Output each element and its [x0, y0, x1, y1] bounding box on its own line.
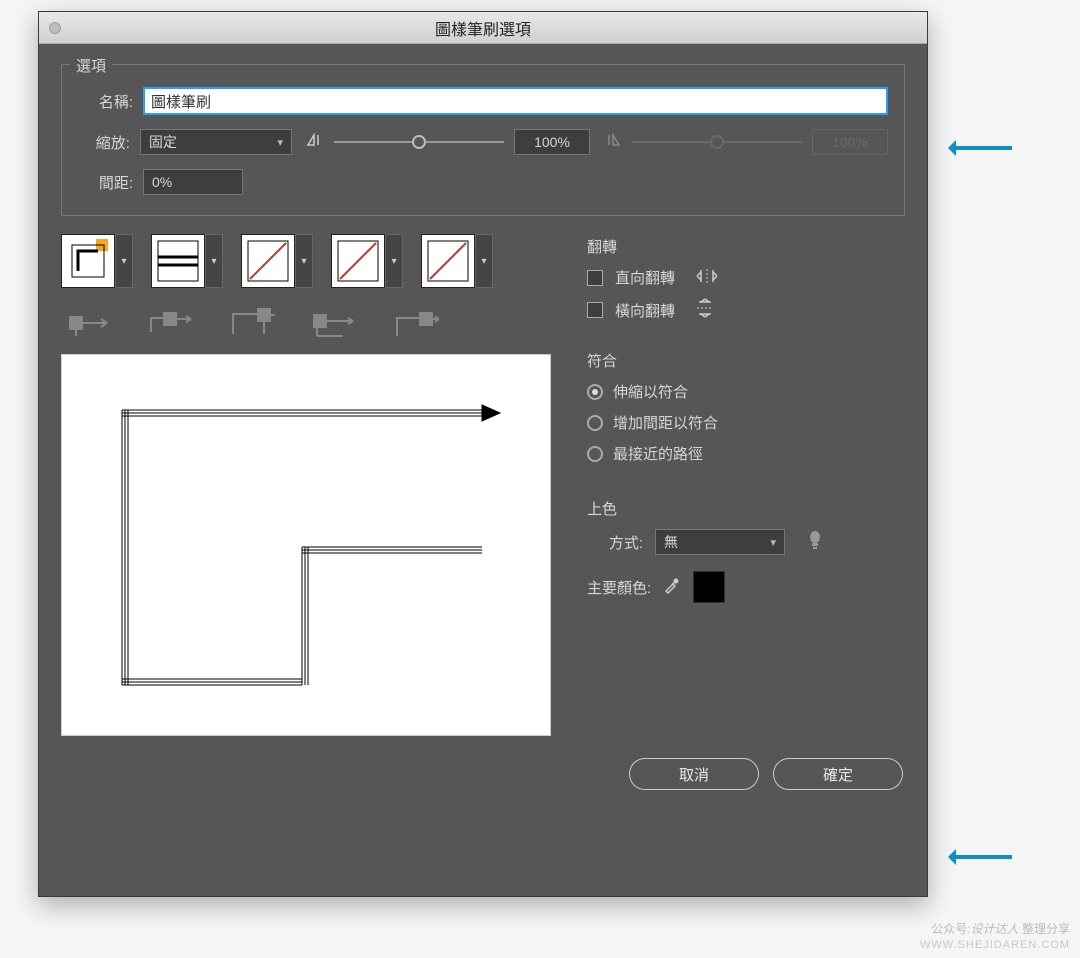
left-column: ▾ ▾ ▾ [61, 234, 561, 736]
dialog-content: 選項 名稱: 縮放: 固定 ▾ 100% [39, 44, 927, 808]
name-label: 名稱: [78, 91, 133, 112]
flip-across-label: 橫向翻轉 [615, 300, 675, 321]
key-color-label: 主要顏色: [587, 577, 651, 598]
fit-approx-radio[interactable] [587, 446, 603, 462]
chevron-down-icon[interactable]: ▾ [295, 234, 313, 288]
tile-inner-corner[interactable]: ▾ [241, 234, 313, 288]
flip-section-title: 翻轉 [587, 236, 905, 257]
options-legend: 選項 [70, 55, 112, 76]
scale-value[interactable]: 100% [514, 129, 590, 155]
chevron-down-icon[interactable]: ▾ [475, 234, 493, 288]
watermark: 公众号:设计达人 整理分享 WWW.SHEJIDAREN.COM [920, 922, 1070, 952]
annotation-arrow-name [952, 146, 1012, 150]
side-indicator-icon [149, 308, 193, 338]
lower-section: ▾ ▾ ▾ [61, 234, 905, 736]
flip-along-label: 直向翻轉 [615, 267, 675, 288]
tips-bulb-icon[interactable] [807, 530, 823, 555]
fit-space-label: 增加間距以符合 [613, 412, 718, 433]
slider-track-disabled [632, 141, 802, 143]
colorize-section-title: 上色 [587, 498, 905, 519]
chevron-down-icon[interactable]: ▾ [385, 234, 403, 288]
scale-max-icon [604, 133, 622, 151]
flip-across-checkbox[interactable] [587, 302, 603, 318]
brush-preview [61, 354, 551, 736]
flip-along-icon [695, 268, 719, 288]
scale-min-icon [306, 133, 324, 151]
fit-stretch-row[interactable]: 伸縮以符合 [587, 381, 905, 402]
scale-max-slider: 100% [604, 129, 888, 155]
outer-corner-indicator-icon [67, 308, 111, 338]
slider-thumb-disabled [710, 135, 724, 149]
options-fieldset: 選項 名稱: 縮放: 固定 ▾ 100% [61, 64, 905, 216]
annotation-arrow-ok [952, 855, 1012, 859]
dialog-footer: 取消 確定 [61, 758, 905, 790]
spacing-row: 間距: 0% [78, 169, 888, 195]
tile-side[interactable]: ▾ [151, 234, 223, 288]
fit-stretch-label: 伸縮以符合 [613, 381, 688, 402]
colorize-method-row: 方式: 無 ▾ [587, 529, 905, 555]
fit-approx-label: 最接近的路徑 [613, 443, 703, 464]
scale-row: 縮放: 固定 ▾ 100% 100% [78, 129, 888, 155]
ok-button[interactable]: 確定 [773, 758, 903, 790]
flip-along-checkbox[interactable] [587, 270, 603, 286]
key-color-row: 主要顏色: [587, 571, 905, 603]
right-column: 翻轉 直向翻轉 橫向翻轉 符合 [587, 234, 905, 736]
fit-section-title: 符合 [587, 350, 905, 371]
key-color-swatch[interactable] [693, 571, 725, 603]
inner-corner-indicator-icon [231, 308, 275, 338]
scale-mode-value: 固定 [149, 132, 177, 152]
chevron-down-icon: ▾ [770, 536, 776, 549]
spacing-input[interactable]: 0% [143, 169, 243, 195]
flip-across-icon [695, 298, 715, 322]
name-input[interactable] [143, 87, 888, 115]
colorize-method-value: 無 [664, 532, 678, 552]
dialog-title: 圖樣筆刷選項 [39, 16, 927, 40]
flip-along-row[interactable]: 直向翻轉 [587, 267, 905, 288]
tile-outer-corner[interactable]: ▾ [61, 234, 133, 288]
fit-stretch-radio[interactable] [587, 384, 603, 400]
scale-mode-select[interactable]: 固定 ▾ [140, 129, 292, 155]
name-row: 名稱: [78, 87, 888, 115]
cancel-button[interactable]: 取消 [629, 758, 759, 790]
eyedropper-icon[interactable] [663, 576, 681, 599]
tile-indicator-row [61, 298, 561, 338]
colorize-method-label: 方式: [587, 532, 643, 553]
tile-start[interactable]: ▾ [331, 234, 403, 288]
chevron-down-icon: ▾ [277, 136, 283, 149]
chevron-down-icon[interactable]: ▾ [115, 234, 133, 288]
scale-label: 縮放: [78, 132, 130, 153]
flip-across-row[interactable]: 橫向翻轉 [587, 298, 905, 322]
slider-thumb[interactable] [412, 135, 426, 149]
tile-end[interactable]: ▾ [421, 234, 493, 288]
fit-approx-row[interactable]: 最接近的路徑 [587, 443, 905, 464]
end-indicator-icon [395, 308, 439, 338]
slider-track[interactable] [334, 141, 504, 143]
scale-min-slider[interactable]: 100% [306, 129, 590, 155]
chevron-down-icon[interactable]: ▾ [205, 234, 223, 288]
scale-value-disabled: 100% [812, 129, 888, 155]
spacing-label: 間距: [78, 172, 133, 193]
start-indicator-icon [313, 308, 357, 338]
colorize-method-select[interactable]: 無 ▾ [655, 529, 785, 555]
fit-space-row[interactable]: 增加間距以符合 [587, 412, 905, 433]
tile-selector-row: ▾ ▾ ▾ [61, 234, 561, 288]
pattern-brush-options-dialog: 圖樣筆刷選項 選項 名稱: 縮放: 固定 ▾ 100% [38, 11, 928, 897]
titlebar: 圖樣筆刷選項 [39, 12, 927, 44]
fit-space-radio[interactable] [587, 415, 603, 431]
